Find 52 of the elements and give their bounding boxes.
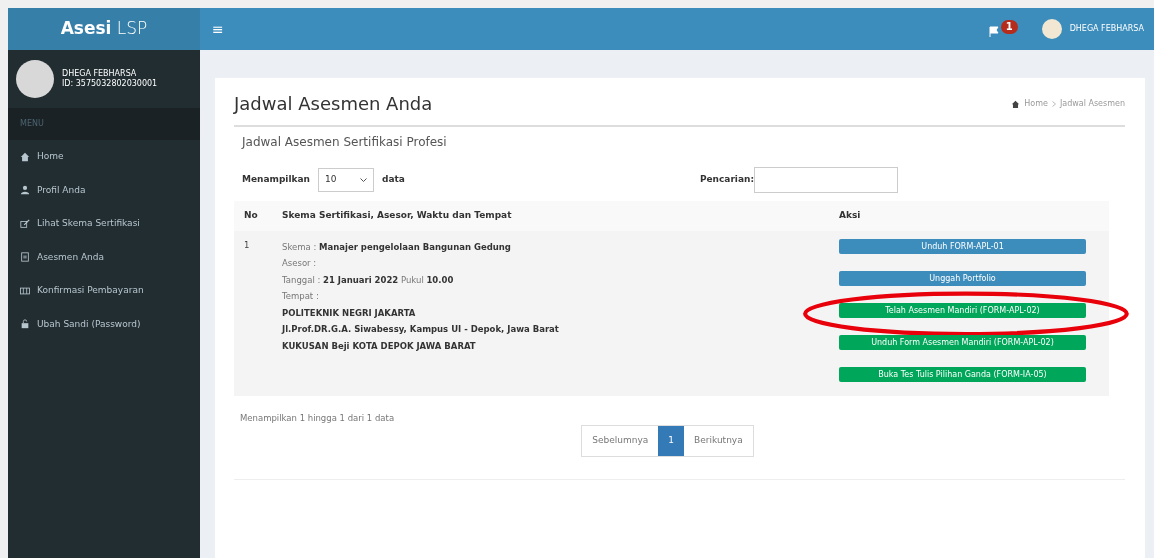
detail-text: Skema : Manajer pengelolaan Bangunan Gedung	[282, 240, 511, 254]
home-icon	[20, 151, 30, 162]
page-title: Jadwal Asesmen Anda	[234, 92, 433, 116]
home-icon	[1011, 99, 1021, 108]
menu-icon[interactable]: ≡	[212, 18, 224, 40]
card-icon	[20, 285, 30, 296]
sidebar-item[interactable]: Asesmen Anda	[8, 240, 200, 274]
detail-text: Tanggal : 21 Januari 2022 Pukul 10.00	[282, 273, 454, 287]
sidebar-item[interactable]: Lihat Skema Sertifikasi	[8, 207, 200, 241]
length-select[interactable]: 10	[318, 168, 374, 192]
column-header: Skema Sertifikasi, Asesor, Waktu dan Tempat	[282, 210, 512, 220]
breadcrumb-item[interactable]: Home	[1024, 97, 1048, 110]
sidebar-item[interactable]: Ubah Sandi (Password)	[8, 307, 200, 341]
flag-icon[interactable]	[987, 26, 1000, 38]
table-cell: 1	[244, 239, 250, 250]
action-button[interactable]: Telah Asesmen Mandiri (FORM-APL-02)	[839, 302, 1086, 319]
detail-text: Jl.Prof.DR.G.A. Siwabessy, Kampus UI - Depok, Jawa Barat	[282, 323, 559, 337]
user-icon	[20, 185, 30, 196]
length-label: Menampilkan	[242, 173, 310, 187]
detail-text: Asesor :	[282, 257, 317, 271]
pagination-button[interactable]: 1	[658, 426, 685, 456]
table-info: Menampilkan 1 hingga 1 dari 1 data	[240, 412, 396, 426]
detail-text: Tempat :	[282, 290, 319, 304]
user-name: DHEGA FEBHARSA	[62, 69, 138, 79]
user-name[interactable]: DHEGA FEBHARSA	[1069, 23, 1144, 35]
caret-icon	[360, 177, 367, 183]
action-button[interactable]: Unduh FORM-APL-01	[839, 238, 1086, 254]
notification-badge: 1	[1000, 20, 1018, 34]
action-button[interactable]: Buka Tes Tulis Pilihan Ganda (FORM-IA-05)	[839, 367, 1086, 383]
action-button[interactable]: Unduh Form Asesmen Mandiri (FORM-APL-02)	[839, 335, 1086, 351]
length-suffix: data	[382, 173, 405, 187]
search-field[interactable]	[754, 167, 899, 193]
sidebar-item[interactable]: Home	[8, 140, 200, 174]
box-title: Jadwal Asesmen Sertifikasi Profesi	[240, 134, 448, 151]
chevron-icon	[1051, 100, 1056, 107]
action-button[interactable]: Unggah Portfolio	[839, 270, 1086, 286]
brand-logo[interactable]: Asesi LSP	[8, 8, 200, 50]
lock-icon	[20, 319, 30, 330]
avatar	[16, 60, 54, 98]
user-id: ID: 3575032802030001	[62, 79, 158, 89]
column-header: No	[244, 210, 258, 220]
sidebar-item[interactable]: Profil Anda	[8, 173, 200, 207]
avatar	[1041, 19, 1062, 39]
column-header: Aksi	[839, 209, 862, 222]
file-icon	[20, 252, 30, 263]
edit-icon	[20, 218, 30, 229]
search-label: Pencarian:	[699, 173, 755, 187]
breadcrumb-item: Jadwal Asesmen	[1059, 97, 1125, 110]
sidebar-item[interactable]: Konfirmasi Pembayaran	[8, 274, 200, 308]
detail-text: KUKUSAN Beji KOTA DEPOK JAWA BARAT	[282, 339, 476, 353]
detail-text: POLITEKNIK NEGRI JAKARTA	[282, 306, 416, 320]
menu-header: MENU	[8, 108, 200, 140]
